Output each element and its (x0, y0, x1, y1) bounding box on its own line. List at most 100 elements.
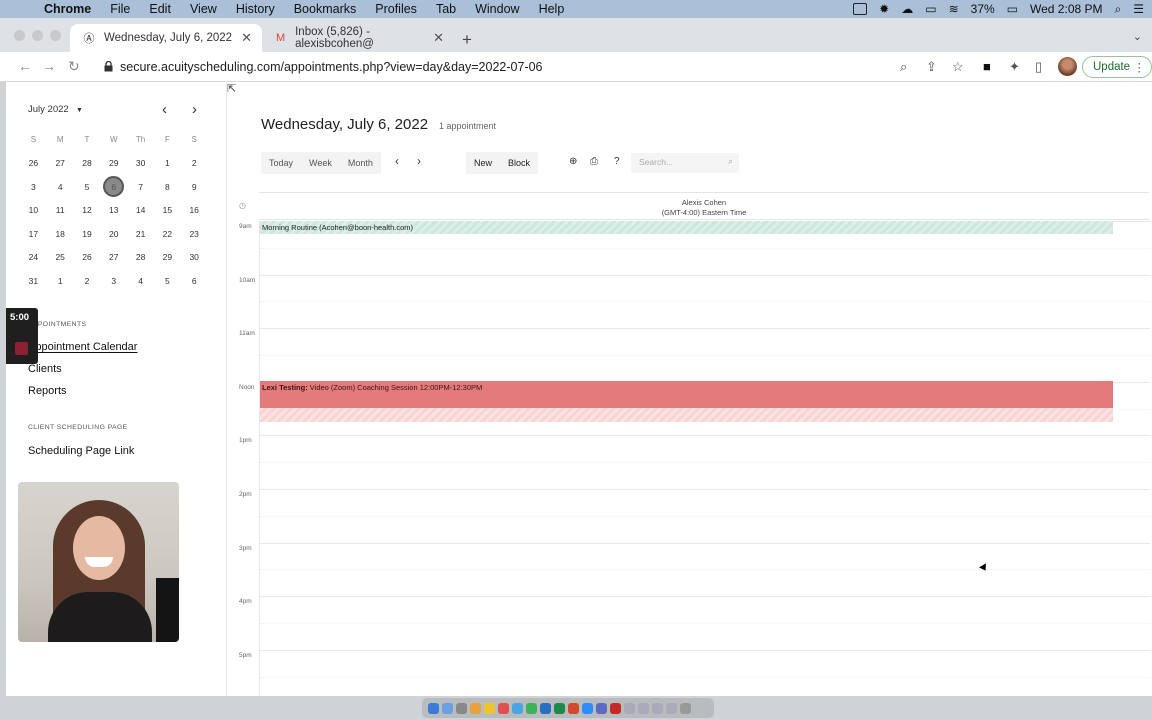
spotlight-icon[interactable]: ⌕ (1115, 2, 1122, 17)
menu-tab[interactable]: Tab (436, 2, 456, 16)
creative-cloud-icon[interactable]: ☁ (901, 2, 913, 16)
excel-icon[interactable] (554, 702, 565, 714)
side-panel-icon[interactable]: ▯ (1035, 59, 1042, 75)
wifi-icon[interactable]: ≋ (949, 2, 959, 16)
profile-avatar[interactable] (1058, 57, 1077, 76)
mini-calendar-day[interactable]: 3 (20, 175, 47, 199)
window-thumb-2[interactable] (638, 702, 649, 714)
word-icon[interactable] (540, 702, 551, 714)
tab-close-icon[interactable]: ✕ (433, 30, 444, 46)
window-close-button[interactable] (14, 30, 25, 41)
mini-calendar-day[interactable]: 17 (20, 222, 47, 246)
mini-calendar-day[interactable]: 11 (47, 199, 74, 223)
mini-calendar-day[interactable]: 25 (47, 246, 74, 270)
menu-app-name[interactable]: Chrome (44, 2, 91, 16)
mini-calendar-day[interactable]: 16 (181, 199, 208, 223)
sidebar-link-scheduling-page[interactable]: Scheduling Page Link (28, 445, 134, 457)
bookmark-star-icon[interactable]: ☆ (952, 59, 964, 75)
mini-calendar-day[interactable]: 2 (74, 269, 101, 293)
day-grid[interactable] (259, 221, 1150, 696)
update-button[interactable]: Update ⋮ (1082, 56, 1152, 78)
mini-calendar-day[interactable]: 26 (74, 246, 101, 270)
month-button[interactable]: Month (340, 152, 381, 174)
mini-calendar-day[interactable]: 15 (154, 199, 181, 223)
video-camera-icon[interactable]: ■ (983, 59, 991, 74)
share-icon[interactable]: ⇪ (926, 59, 937, 75)
mini-calendar-day[interactable]: 18 (47, 222, 74, 246)
mini-calendar-day[interactable]: 29 (100, 152, 127, 176)
mini-calendar-day[interactable]: 4 (47, 175, 74, 199)
zoom-in-icon[interactable]: ⊕ (569, 156, 577, 167)
window-thumb-3[interactable] (652, 702, 663, 714)
new-button[interactable]: New (466, 152, 500, 174)
lock-icon[interactable] (104, 61, 113, 72)
spotify-icon[interactable] (526, 702, 537, 714)
tab-close-icon[interactable]: ✕ (241, 30, 252, 46)
mini-calendar-day[interactable]: 7 (127, 175, 154, 199)
mini-calendar-day[interactable]: 2 (181, 152, 208, 176)
stop-recording-icon[interactable] (15, 342, 28, 355)
address-bar[interactable]: secure.acuityscheduling.com/appointments… (120, 60, 543, 74)
forward-arrow-icon[interactable]: → (42, 58, 56, 74)
mini-calendar-day[interactable]: 26 (20, 152, 47, 176)
menubar-clock[interactable]: Wed 2:08 PM (1030, 2, 1102, 16)
menu-view[interactable]: View (190, 2, 217, 16)
print-icon[interactable]: ⎙ (590, 156, 598, 167)
window-zoom-button[interactable] (50, 30, 61, 41)
powerpoint-icon[interactable] (568, 702, 579, 714)
calendar-app-icon[interactable] (498, 702, 509, 714)
app-store-icon[interactable] (442, 702, 453, 714)
extensions-icon[interactable]: ✦ (1009, 59, 1020, 75)
mini-calendar-day[interactable]: 28 (127, 246, 154, 270)
menu-history[interactable]: History (236, 2, 275, 16)
trash-icon[interactable] (680, 702, 691, 714)
tab-gmail[interactable]: M Inbox (5,826) - alexisbcohen@ ✕ (262, 24, 454, 52)
sidebar-link-appointment-calendar[interactable]: Appointment Calendar (28, 341, 137, 353)
week-button[interactable]: Week (301, 152, 340, 174)
today-button[interactable]: Today (261, 152, 301, 174)
reload-icon[interactable]: ↻ (68, 58, 80, 75)
menu-help[interactable]: Help (539, 2, 565, 16)
month-dropdown-caret-icon[interactable]: ▼ (76, 107, 83, 114)
system-icon[interactable] (456, 702, 467, 714)
mini-calendar-day[interactable]: 30 (181, 246, 208, 270)
mini-calendar-day[interactable]: 14 (127, 199, 154, 223)
mini-calendar-day[interactable]: 23 (181, 222, 208, 246)
mini-calendar-day[interactable]: 28 (74, 152, 101, 176)
mini-calendar-day[interactable]: 6 (100, 175, 127, 199)
prev-month-icon[interactable]: ‹ (162, 101, 167, 118)
window-thumb-4[interactable] (666, 702, 677, 714)
mini-calendar-day[interactable]: 29 (154, 246, 181, 270)
mini-calendar-day[interactable]: 19 (74, 222, 101, 246)
zoom-icon[interactable]: ⌕ (900, 59, 907, 75)
acrobat-icon[interactable] (610, 702, 621, 714)
mini-calendar-month[interactable]: July 2022 (28, 104, 69, 115)
new-tab-icon[interactable]: + (462, 30, 472, 50)
sidebar-link-reports[interactable]: Reports (28, 385, 67, 397)
search-input[interactable]: Search... ⌕ (631, 153, 739, 173)
mini-calendar-day[interactable]: 3 (100, 269, 127, 293)
back-arrow-icon[interactable]: ← (18, 58, 32, 74)
window-minimize-button[interactable] (32, 30, 43, 41)
control-center-icon[interactable]: ☰ (1133, 2, 1144, 16)
mini-calendar-day[interactable]: 20 (100, 222, 127, 246)
help-icon[interactable]: ? (614, 156, 620, 167)
screen-mirror-icon[interactable]: ▭ (925, 2, 936, 16)
mini-calendar-day[interactable]: 21 (127, 222, 154, 246)
tab-acuity[interactable]: Ⓐ Wednesday, July 6, 2022 ✕ (70, 24, 262, 52)
mini-calendar-day[interactable]: 13 (100, 199, 127, 223)
sidebar-link-clients[interactable]: Clients (28, 363, 62, 375)
zoom-icon-dock[interactable] (582, 702, 593, 714)
mini-calendar-day[interactable]: 9 (181, 175, 208, 199)
kebab-menu-icon[interactable]: ⋮ (1134, 60, 1146, 74)
mini-calendar-day[interactable]: 27 (100, 246, 127, 270)
selected-day[interactable]: 6 (103, 176, 125, 198)
mini-calendar-day[interactable]: 30 (127, 152, 154, 176)
teams-icon[interactable] (596, 702, 607, 714)
next-day-icon[interactable]: › (417, 154, 421, 168)
prev-day-icon[interactable]: ‹ (395, 154, 399, 168)
mini-calendar-day[interactable]: 10 (20, 199, 47, 223)
mini-calendar-day[interactable]: 27 (47, 152, 74, 176)
tab-search-chevron-icon[interactable]: ⌄ (1133, 30, 1142, 43)
notes-icon[interactable] (484, 702, 495, 714)
